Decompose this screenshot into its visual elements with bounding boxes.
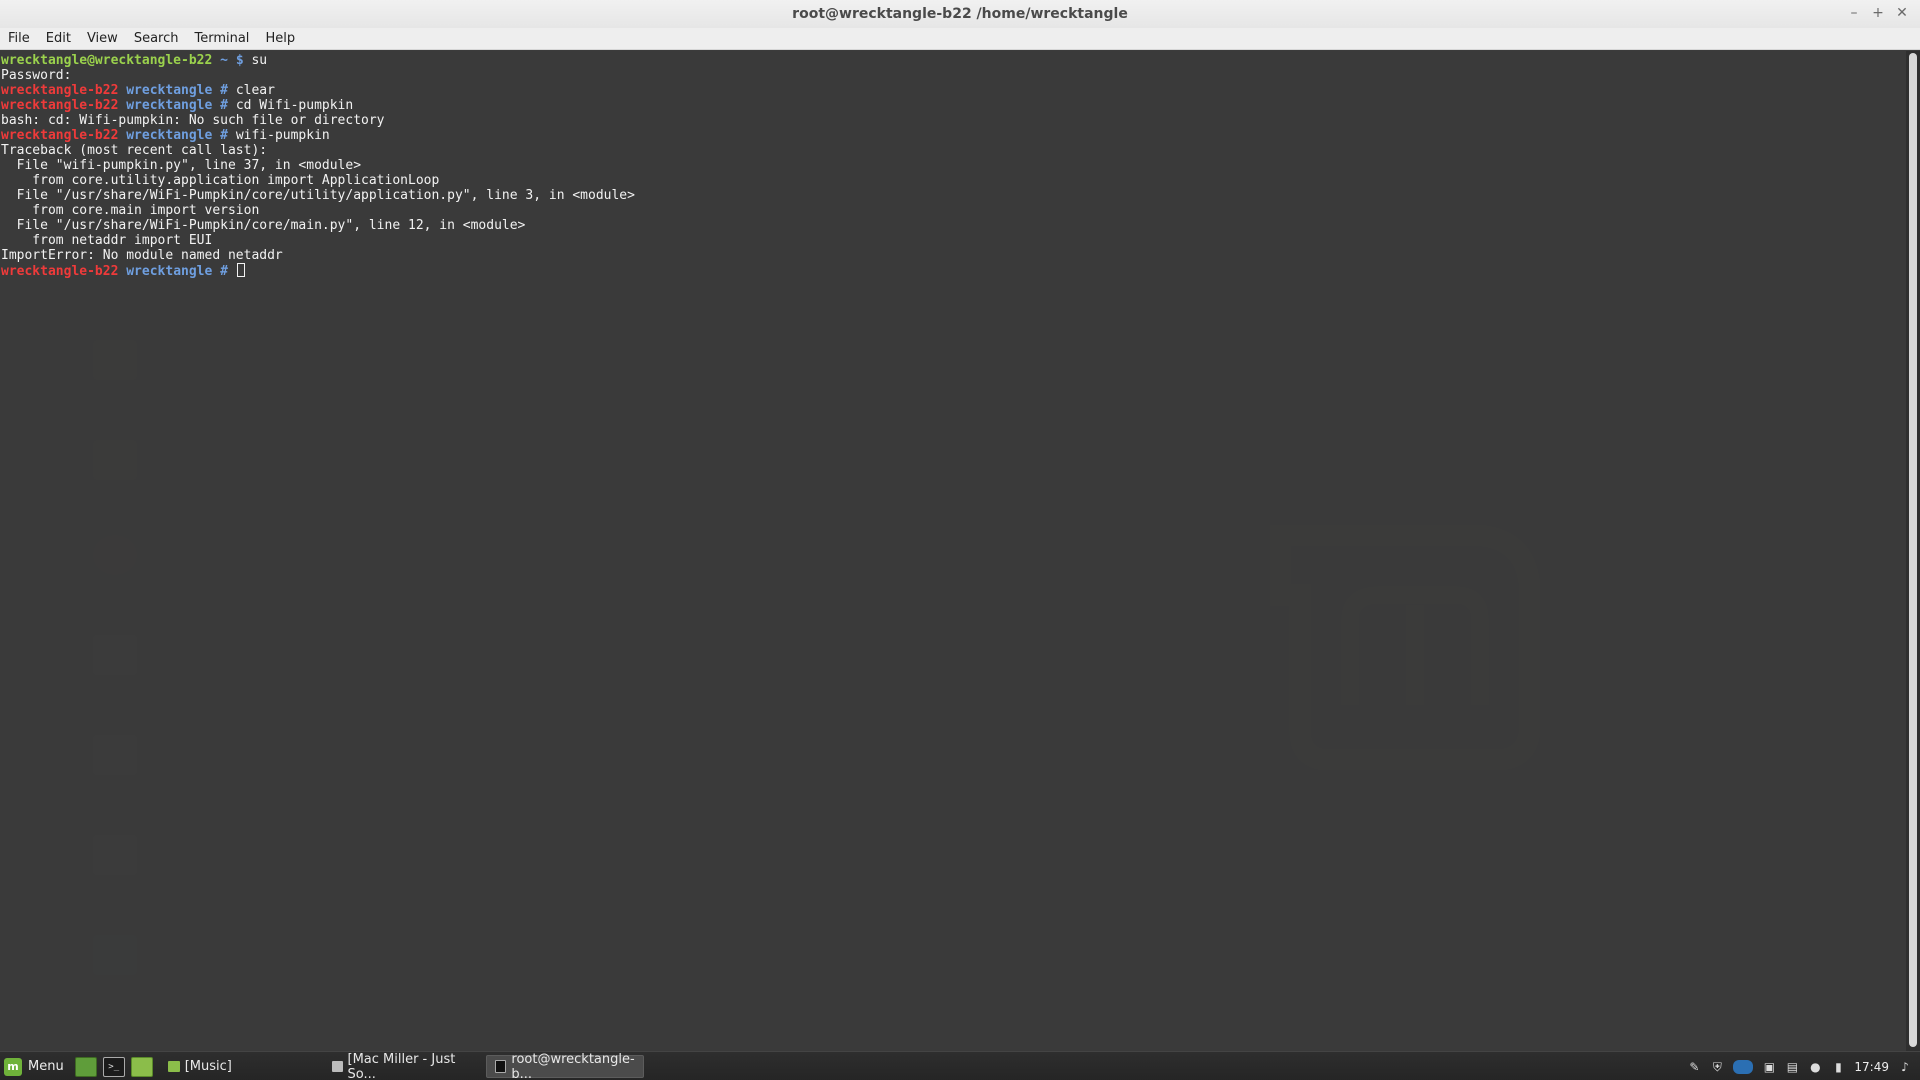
text-cursor (236, 263, 245, 277)
prompt-symbol: $ (235, 53, 244, 68)
output-line: ImportError: No module named netaddr (1, 248, 283, 263)
prompt-cwd: wrecktangle (126, 98, 213, 113)
window-title: root@wrecktangle-b22 /home/wrecktangle (792, 6, 1128, 22)
output-line: File "wifi-pumpkin.py", line 37, in <mod… (1, 158, 362, 173)
terminal-launcher-icon[interactable]: >_ (102, 1056, 125, 1077)
terminal-icon (494, 1060, 507, 1073)
maximize-icon[interactable]: + (1870, 4, 1886, 22)
system-tray: ✎ ⛨ ▣ ▤ ● ▮ 17:49 ♪ (1687, 1059, 1920, 1074)
command-text: clear (235, 83, 275, 98)
prompt-cwd: wrecktangle (126, 83, 213, 98)
prompt-root-host: wrecktangle-b22 (1, 98, 119, 113)
menu-help[interactable]: Help (263, 31, 297, 46)
folder-icon (167, 1061, 180, 1072)
menu-edit[interactable]: Edit (44, 31, 73, 46)
output-line: Password: (1, 68, 72, 83)
output-line: File "/usr/share/WiFi-Pumpkin/core/utili… (1, 188, 635, 203)
prompt-root-host: wrecktangle-b22 (1, 128, 119, 143)
intel-icon[interactable] (1733, 1059, 1754, 1074)
desktop: root@wrecktangle-b22 /home/wrecktangle –… (0, 0, 1920, 1080)
prompt-symbol: # (220, 128, 228, 143)
prompt-symbol: # (220, 98, 228, 113)
prompt-user-host: wrecktangle@wrecktangle-b22 (1, 53, 213, 68)
window-controls: – + ✕ (1846, 4, 1910, 22)
network-icon[interactable]: ▤ (1785, 1060, 1799, 1074)
pen-icon[interactable]: ✎ (1687, 1060, 1701, 1074)
command-text: wifi-pumpkin (235, 128, 330, 143)
update-manager-icon[interactable]: ▣ (1762, 1060, 1776, 1074)
user-icon[interactable]: ● (1808, 1060, 1822, 1074)
prompt-cwd: wrecktangle (126, 264, 213, 279)
task-label: root@wrecktangle-b... (511, 1051, 635, 1080)
command-text: cd Wifi-pumpkin (235, 98, 354, 113)
minimize-icon[interactable]: – (1846, 4, 1862, 22)
task-label: [Music] (184, 1059, 232, 1074)
mint-menu-icon: m (4, 1057, 22, 1076)
output-line: from netaddr import EUI (1, 233, 213, 248)
prompt-cwd: ~ (220, 53, 228, 68)
terminal-menubar: File Edit View Search Terminal Help (0, 28, 1920, 50)
start-menu-label: Menu (28, 1059, 64, 1074)
output-line: from core.utility.application import App… (1, 173, 440, 188)
prompt-root-host: wrecktangle-b22 (1, 83, 119, 98)
task-label: [Mac Miller - Just So... (347, 1051, 456, 1080)
menu-search[interactable]: Search (132, 31, 181, 46)
command-text: su (251, 53, 268, 68)
prompt-symbol: # (220, 264, 228, 279)
battery-icon[interactable]: ▮ (1831, 1060, 1845, 1074)
output-line: bash: cd: Wifi-pumpkin: No such file or … (1, 113, 385, 128)
terminal-scrollbar[interactable] (1906, 51, 1920, 1051)
task-music[interactable]: [Music] (160, 1055, 316, 1078)
prompt-cwd: wrecktangle (126, 128, 213, 143)
show-desktop-icon[interactable] (74, 1056, 97, 1077)
output-line: from core.main import version (1, 203, 260, 218)
files-launcher-icon[interactable] (130, 1056, 153, 1077)
menu-file[interactable]: File (6, 31, 32, 46)
scrollbar-thumb[interactable] (1909, 53, 1917, 1047)
terminal-output[interactable]: wrecktangle@wrecktangle-b22 ~ $ su Passw… (0, 51, 1906, 1051)
prompt-root-host: wrecktangle-b22 (1, 264, 119, 279)
menu-view[interactable]: View (85, 31, 120, 46)
start-menu-button[interactable]: m Menu (0, 1052, 72, 1080)
task-terminal[interactable]: root@wrecktangle-b... (485, 1051, 644, 1080)
prompt-symbol: # (220, 83, 228, 98)
clock[interactable]: 17:49 (1854, 1060, 1889, 1074)
task-media-player[interactable]: [Mac Miller - Just So... (324, 1051, 482, 1080)
volume-icon[interactable]: ♪ (1898, 1060, 1912, 1074)
close-icon[interactable]: ✕ (1894, 4, 1910, 22)
shield-icon[interactable]: ⛨ (1710, 1060, 1724, 1074)
media-player-icon (331, 1061, 343, 1072)
output-line: File "/usr/share/WiFi-Pumpkin/core/main.… (1, 218, 526, 233)
output-line: Traceback (most recent call last): (1, 143, 268, 158)
taskbar: m Menu >_ [Music] [Mac Miller - Just So.… (0, 1051, 1920, 1080)
menu-terminal[interactable]: Terminal (192, 31, 251, 46)
window-titlebar[interactable]: root@wrecktangle-b22 /home/wrecktangle –… (0, 0, 1920, 29)
